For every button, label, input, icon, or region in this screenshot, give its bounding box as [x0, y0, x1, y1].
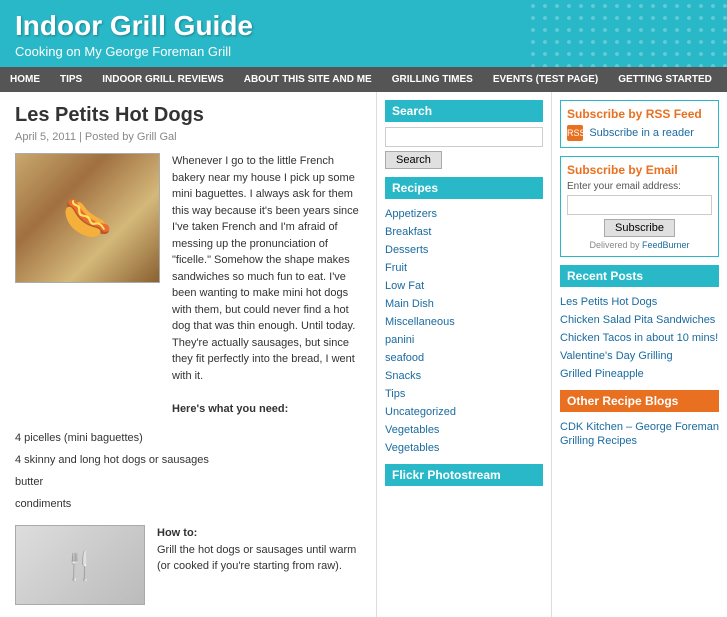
- nav-about[interactable]: ABOUT THIS SITE AND ME: [234, 67, 382, 92]
- site-title: Indoor Grill Guide: [15, 10, 712, 42]
- nav-events[interactable]: EVENTS (TEST PAGE): [483, 67, 608, 92]
- email-widget2: Subscribe by Email Enter your email addr…: [560, 156, 719, 257]
- other-blogs-list: CDK Kitchen – George Foreman Grilling Re…: [560, 417, 719, 449]
- list-item: Chicken Salad Pita Sandwiches: [560, 310, 719, 328]
- list-item: Les Petits Hot Dogs: [560, 292, 719, 310]
- ingredient: 4 picelles (mini baguettes): [15, 427, 361, 449]
- recent-post-link[interactable]: Chicken Tacos in about 10 mins!: [560, 332, 718, 344]
- list-item: panini: [385, 330, 543, 348]
- nav-home[interactable]: HOME: [0, 67, 50, 92]
- search-title2: Search: [385, 100, 543, 122]
- recent-posts-widget: Recent Posts Les Petits Hot Dogs Chicken …: [560, 265, 719, 382]
- list-item: seafood: [385, 348, 543, 366]
- ingredient: butter: [15, 471, 361, 493]
- recent-posts-list: Les Petits Hot Dogs Chicken Salad Pita Sa…: [560, 292, 719, 382]
- sidebar-left: Search Search Recipes Appetizers Breakfas…: [377, 92, 552, 617]
- main-nav: HOME TIPS INDOOR GRILL REVIEWS ABOUT THI…: [0, 67, 727, 92]
- search-widget2: Search Search: [385, 100, 543, 169]
- recipe-link[interactable]: Vegetables: [385, 442, 439, 454]
- sidebar-right: Subscribe by RSS Feed RSS Subscribe in a…: [552, 92, 727, 617]
- list-item: Appetizers: [385, 204, 543, 222]
- list-item: Main Dish: [385, 294, 543, 312]
- recipe-link[interactable]: seafood: [385, 352, 424, 364]
- ingredient: condiments: [15, 493, 361, 515]
- list-item: Grilled Pineapple: [560, 364, 719, 382]
- list-item: Tips: [385, 384, 543, 402]
- recipe-link[interactable]: Low Fat: [385, 280, 424, 292]
- nav-tips[interactable]: TIPS: [50, 67, 92, 92]
- search-input2[interactable]: [385, 127, 543, 147]
- email-label2: Enter your email address:: [567, 181, 712, 192]
- post-title2: Les Petits Hot Dogs: [15, 104, 361, 127]
- post-body-wrap: 🌭 Whenever I go to the little French bak…: [15, 153, 361, 417]
- rss-widget2: Subscribe by RSS Feed RSS Subscribe in a…: [560, 100, 719, 148]
- other-blog-link[interactable]: CDK Kitchen – George Foreman Grilling Re…: [560, 421, 719, 447]
- rss-icon2: RSS: [567, 125, 583, 141]
- recipe-link[interactable]: Tips: [385, 388, 405, 400]
- main-content-area: Les Petits Hot Dogs April 5, 2011 | Post…: [0, 92, 727, 617]
- recipe-link[interactable]: Fruit: [385, 262, 407, 274]
- email-input2[interactable]: [567, 195, 712, 215]
- other-blogs-title: Other Recipe Blogs: [560, 390, 719, 412]
- nav-getting-started[interactable]: GETTING STARTED: [608, 67, 722, 92]
- nav-grilling-times[interactable]: GRILLING TIMES: [382, 67, 483, 92]
- recipe-link[interactable]: Appetizers: [385, 208, 437, 220]
- post-ingredients2: 4 picelles (mini baguettes)4 skinny and …: [15, 427, 361, 515]
- howto2: 🍴 How to:Grill the hot dogs or sausages …: [15, 525, 361, 605]
- delivered-by2: Delivered by FeedBurner: [567, 240, 712, 250]
- recipes-list2: Appetizers Breakfast Desserts Fruit Low Fat M…: [385, 204, 543, 456]
- post-image2: 🌭: [15, 153, 160, 283]
- post-meta2: April 5, 2011 | Posted by Grill Gal: [15, 131, 361, 143]
- recipe-link[interactable]: panini: [385, 334, 414, 346]
- recent-post-link[interactable]: Grilled Pineapple: [560, 368, 644, 380]
- list-item: Uncategorized: [385, 402, 543, 420]
- feedburner-link2[interactable]: FeedBurner: [642, 240, 690, 250]
- recent-posts-title: Recent Posts: [560, 265, 719, 287]
- howto-text2: How to:Grill the hot dogs or sausages un…: [157, 525, 361, 605]
- list-item: Fruit: [385, 258, 543, 276]
- recipe-link[interactable]: Desserts: [385, 244, 428, 256]
- site-header: Indoor Grill Guide Cooking on My George …: [0, 0, 727, 67]
- email-title2: Subscribe by Email: [567, 163, 712, 177]
- list-item: Vegetables: [385, 438, 543, 456]
- list-item: Low Fat: [385, 276, 543, 294]
- list-item: CDK Kitchen – George Foreman Grilling Re…: [560, 417, 719, 449]
- nav-indoor-grill-reviews[interactable]: INDOOR GRILL REVIEWS: [92, 67, 234, 92]
- recipes-title2: Recipes: [385, 177, 543, 199]
- subscribe-button2[interactable]: Subscribe: [604, 219, 675, 237]
- list-item: Desserts: [385, 240, 543, 258]
- rss-link2[interactable]: Subscribe in a reader: [589, 127, 694, 139]
- list-item: Chicken Tacos in about 10 mins!: [560, 328, 719, 346]
- recipe-link[interactable]: Uncategorized: [385, 406, 456, 418]
- recent-post-link[interactable]: Les Petits Hot Dogs: [560, 296, 657, 308]
- search-button2[interactable]: Search: [385, 151, 442, 169]
- sidebars: Search Search Recipes Appetizers Breakfas…: [377, 92, 727, 617]
- recent-post-link[interactable]: Chicken Salad Pita Sandwiches: [560, 314, 715, 326]
- recipe-link[interactable]: Vegetables: [385, 424, 439, 436]
- rss-title2: Subscribe by RSS Feed: [567, 107, 712, 121]
- recipe-link[interactable]: Breakfast: [385, 226, 431, 238]
- site-subtitle: Cooking on My George Foreman Grill: [15, 44, 712, 59]
- recent-post-link[interactable]: Valentine's Day Grilling: [560, 350, 673, 362]
- howto-image2: 🍴: [15, 525, 145, 605]
- list-item: Miscellaneous: [385, 312, 543, 330]
- list-item: Vegetables: [385, 420, 543, 438]
- other-blogs-widget: Other Recipe Blogs CDK Kitchen – George …: [560, 390, 719, 449]
- recipe-link[interactable]: Snacks: [385, 370, 421, 382]
- flickr-title2: Flickr Photostream: [385, 464, 543, 486]
- post-text2: Whenever I go to the little French baker…: [172, 153, 361, 417]
- recipes-widget2: Recipes Appetizers Breakfast Desserts Fruit…: [385, 177, 543, 456]
- recipe-link[interactable]: Miscellaneous: [385, 316, 455, 328]
- list-item: Breakfast: [385, 222, 543, 240]
- recipe-link[interactable]: Main Dish: [385, 298, 434, 310]
- ingredient: 4 skinny and long hot dogs or sausages: [15, 449, 361, 471]
- list-item: Snacks: [385, 366, 543, 384]
- list-item: Valentine's Day Grilling: [560, 346, 719, 364]
